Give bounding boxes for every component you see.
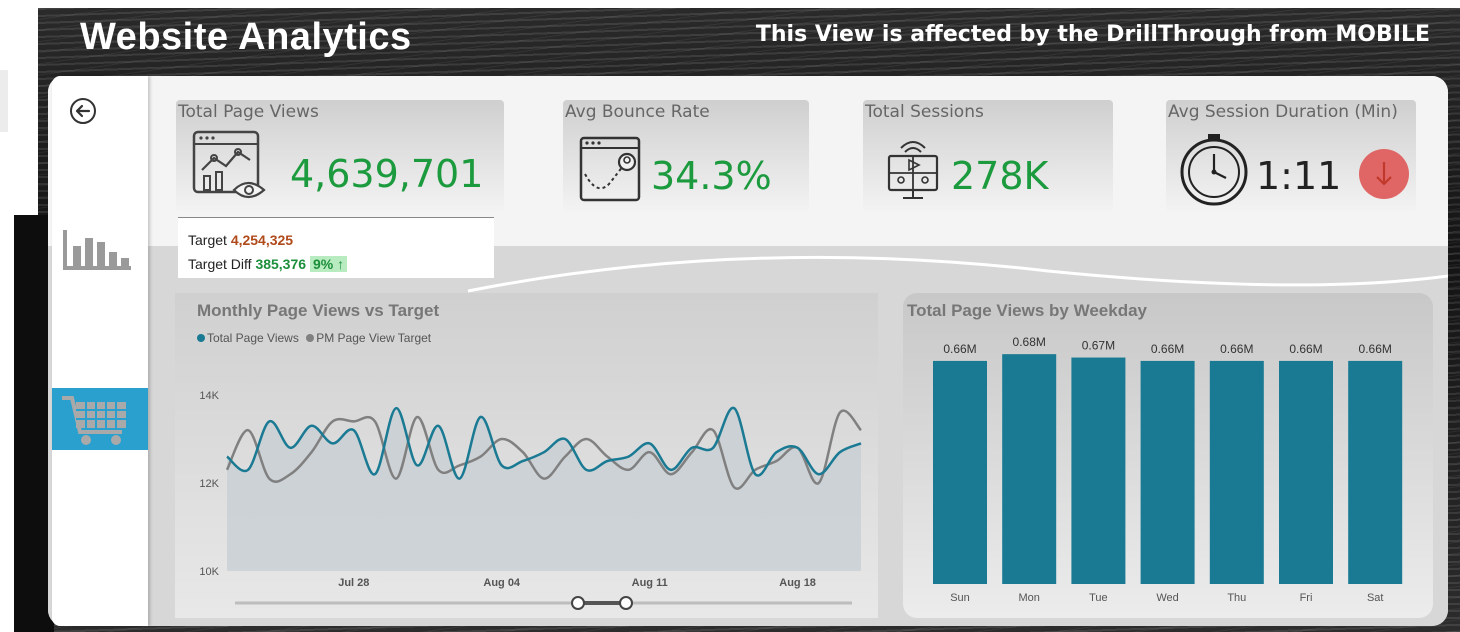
bar-tue[interactable] [1071,357,1126,584]
bar-sat[interactable] [1348,360,1403,584]
kpi-avg-session-duration: Avg Session Duration (Min) 1:11 [1166,100,1416,212]
target-label: Target [188,232,227,248]
kpi-value: 4,639,701 [290,152,484,196]
bar-value-label: 0.66M [1220,342,1253,356]
down-arrow-icon [1359,149,1409,199]
bar-value-label: 0.66M [943,342,976,356]
category-label: Tue [1089,592,1108,604]
category-label: Sat [1367,592,1384,604]
y-tick-label: 10K [199,566,219,578]
browser-bounce-icon [579,136,641,202]
kpi-value: 34.3% [651,154,772,198]
kpi-total-page-views: Total Page Views 4,639,701 [176,100,504,212]
bar-chart-icon[interactable] [61,228,133,272]
target-diff-label: Target Diff [188,256,252,272]
back-arrow-icon[interactable] [68,96,98,126]
broadcast-users-icon [887,141,939,199]
shopping-cart-icon [62,396,126,445]
y-tick-label: 12K [199,478,219,490]
weekday-page-views-chart: Total Page Views by Weekday 0.66M Sun 0.68… [903,293,1433,618]
range-slider-start-handle[interactable] [571,596,585,610]
target-value: 4,254,325 [230,232,294,248]
cart-nav-button[interactable] [52,388,148,450]
kpi-avg-bounce-rate: Avg Bounce Rate 34.3% [563,100,809,212]
drillthrough-note: This View is affected by the DrillThroug… [755,22,1430,47]
y-tick-label: 14K [199,390,219,402]
target-line: Target 4,254,325 [188,232,293,248]
bar-chart-svg: 0.66M Sun 0.68M Mon 0.67M Tue 0.66M Wed 0.66M Thu… [933,335,1403,604]
bar-value-label: 0.67M [1082,339,1115,353]
kpi-label: Total Page Views [178,102,319,122]
bar-wed[interactable] [1140,360,1195,584]
bar-value-label: 0.66M [1151,342,1184,356]
target-diff-value: 385,376 [255,256,307,272]
target-diff-line: Target Diff 385,376 9% ↑ [188,256,348,272]
category-label: Thu [1227,592,1246,604]
category-label: Wed [1156,592,1178,604]
kpi-value: 1:11 [1256,154,1342,198]
monthly-page-views-chart: Monthly Page Views vs Target Total Page … [175,293,878,618]
left-gray-block [0,70,8,132]
kpi-value: 278K [951,154,1049,198]
x-tick-label: Jul 28 [338,577,369,589]
kpi-label: Avg Bounce Rate [565,102,710,122]
bar-value-label: 0.66M [1289,342,1322,356]
bar-value-label: 0.68M [1013,335,1046,349]
kpi-label: Avg Session Duration (Min) [1168,102,1398,122]
bar-fri[interactable] [1279,360,1333,584]
x-tick-label: Aug 11 [632,577,668,589]
up-arrow-icon: ↑ [337,256,345,272]
target-diff-badge: 9% ↑ [309,256,348,272]
category-label: Sun [950,592,970,604]
line-chart-svg: 10K 12K 14K Jul 28 Aug 04 Aug 11 Aug 18 [199,390,862,610]
x-tick-label: Aug 04 [483,577,521,589]
target-box: Target 4,254,325 Target Diff 385,376 9% … [178,217,494,278]
range-slider-end-handle[interactable] [619,596,633,610]
x-tick-label: Aug 18 [779,577,816,589]
kpi-total-sessions: Total Sessions 278K [863,100,1113,212]
bar-thu[interactable] [1209,360,1264,584]
bar-mon[interactable] [1002,354,1057,584]
category-label: Mon [1018,592,1039,604]
kpi-label: Total Sessions [865,102,984,122]
page-title: Website Analytics [80,16,412,58]
analytics-eye-icon [192,130,266,199]
bar-sun[interactable] [933,360,987,584]
stopwatch-icon [1180,134,1248,206]
category-label: Fri [1300,592,1313,604]
sidebar [52,76,148,626]
target-diff-pct: 9% [312,256,334,272]
bar-value-label: 0.66M [1359,342,1392,356]
